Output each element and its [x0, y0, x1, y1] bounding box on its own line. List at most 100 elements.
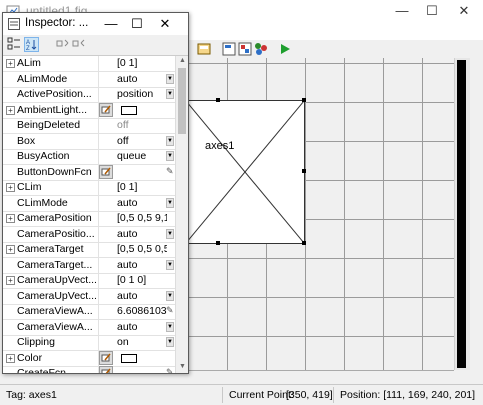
property-row[interactable]: CameraViewA... 6.6086103...✎ — [3, 304, 175, 320]
property-value[interactable]: auto — [117, 259, 167, 273]
selection-handle[interactable] — [302, 241, 306, 245]
property-value[interactable]: off — [117, 135, 167, 149]
categorized-view-icon[interactable] — [6, 37, 21, 52]
dropdown-arrow-icon[interactable]: ▼ — [166, 228, 174, 239]
property-value[interactable]: position — [117, 88, 167, 102]
property-row[interactable]: + ALim [0 1] — [3, 56, 175, 72]
dropdown-arrow-icon[interactable]: ▼ — [166, 259, 174, 270]
property-row[interactable]: Box off ▼ — [3, 134, 175, 150]
property-value[interactable]: on — [117, 336, 167, 350]
property-value[interactable]: auto — [117, 228, 167, 242]
layout-vertical-scrollbar[interactable] — [454, 58, 471, 370]
edit-callback-icon[interactable] — [99, 366, 113, 373]
selection-handle[interactable] — [216, 98, 220, 102]
expand-plus-icon[interactable]: + — [6, 59, 15, 68]
property-row[interactable]: + CLim [0 1] — [3, 180, 175, 196]
pencil-icon[interactable]: ✎ — [166, 305, 174, 316]
axes-cross-lines — [186, 101, 304, 243]
property-value[interactable]: [0 1 0] — [117, 274, 167, 288]
property-row[interactable]: + CameraTarget [0,5 0,5 0,5] — [3, 242, 175, 258]
edit-callback-icon[interactable] — [99, 164, 113, 179]
property-row[interactable]: CreateFcn ✎ — [3, 366, 175, 373]
property-row[interactable]: ALimMode auto ▼ — [3, 72, 175, 88]
property-row[interactable]: + AmbientLight... — [3, 102, 175, 119]
dropdown-arrow-icon[interactable]: ▼ — [166, 197, 174, 208]
property-value[interactable]: queue — [117, 150, 167, 164]
maximize-icon[interactable]: ☐ — [418, 2, 446, 20]
toolbar-mfile-icon[interactable] — [222, 42, 236, 56]
inspector-title-bar[interactable]: Inspector: ... — ☐ ✕ — [3, 13, 188, 35]
expand-plus-icon[interactable]: + — [6, 276, 15, 285]
dropdown-arrow-icon[interactable]: ▼ — [166, 321, 174, 332]
inspector-vertical-scrollbar[interactable]: ▲ ▼ — [175, 56, 188, 373]
property-value[interactable]: [0 1] — [117, 181, 167, 195]
property-row[interactable]: BeingDeleted off — [3, 118, 175, 134]
selection-handle[interactable] — [302, 169, 306, 173]
collapse-all-icon[interactable] — [71, 37, 86, 52]
color-swatch[interactable] — [121, 105, 137, 115]
property-value[interactable]: auto — [117, 197, 167, 211]
property-row[interactable]: CameraUpVect... auto ▼ — [3, 289, 175, 305]
axes-component[interactable]: axes1 — [186, 100, 305, 244]
selection-handle[interactable] — [216, 241, 220, 245]
property-value[interactable]: auto — [117, 321, 167, 335]
property-row[interactable]: CameraViewA... auto ▼ — [3, 320, 175, 336]
expand-plus-icon[interactable]: + — [6, 353, 15, 363]
dropdown-arrow-icon[interactable]: ▼ — [166, 73, 174, 84]
layout-editor-canvas[interactable]: axes1 — [186, 58, 454, 371]
property-value[interactable]: [0 1] — [117, 57, 167, 71]
inspector-window: Inspector: ... — ☐ ✕ AZ + ALim [0 1] ALimMo… — [2, 12, 189, 374]
status-separator — [222, 387, 223, 403]
edit-callback-icon[interactable] — [99, 102, 113, 117]
toolbar-object-browser-icon[interactable] — [254, 42, 268, 56]
dropdown-arrow-icon[interactable]: ▼ — [166, 89, 174, 99]
expand-plus-icon[interactable]: + — [6, 214, 15, 223]
property-value[interactable] — [117, 367, 167, 373]
property-value[interactable]: 6.6086103... — [117, 305, 167, 319]
maximize-icon[interactable]: ☐ — [125, 15, 149, 33]
dropdown-arrow-icon[interactable]: ▼ — [166, 151, 174, 161]
minimize-icon[interactable]: — — [99, 15, 123, 33]
property-row[interactable]: +CameraPosition [0,5 0,5 9,16] — [3, 211, 175, 227]
property-value[interactable] — [117, 166, 167, 180]
expand-plus-icon[interactable]: + — [6, 105, 15, 115]
color-swatch[interactable] — [121, 353, 137, 363]
toolbar-inspector-icon[interactable] — [238, 42, 252, 56]
pencil-icon[interactable]: ✎ — [166, 166, 174, 177]
selection-handle[interactable] — [302, 98, 306, 102]
dropdown-arrow-icon[interactable]: ▼ — [166, 135, 174, 146]
property-value[interactable]: auto — [117, 290, 167, 304]
toolbar-editor-icon[interactable] — [197, 42, 211, 56]
run-icon[interactable] — [278, 42, 292, 56]
minimize-icon[interactable]: — — [388, 2, 416, 20]
property-row[interactable]: + CameraUpVect... [0 1 0] — [3, 273, 175, 289]
property-row[interactable]: Clipping on ▼ — [3, 335, 175, 351]
layout-scroll-thumb[interactable] — [457, 60, 466, 368]
property-row[interactable]: CLimMode auto ▼ — [3, 196, 175, 212]
close-icon[interactable]: ✕ — [450, 2, 478, 20]
expand-all-icon[interactable] — [55, 37, 70, 52]
scroll-down-icon[interactable]: ▼ — [178, 363, 187, 372]
property-value[interactable]: [0,5 0,5 0,5] — [117, 243, 167, 257]
property-row[interactable]: CameraPositio... auto ▼ — [3, 227, 175, 243]
dropdown-arrow-icon[interactable]: ▼ — [166, 290, 174, 301]
dropdown-arrow-icon[interactable]: ▼ — [166, 337, 174, 347]
sort-alphabetical-icon[interactable]: AZ — [24, 37, 39, 52]
inspector-icon — [8, 18, 20, 30]
property-name: ButtonDownFcn — [17, 165, 92, 178]
property-row[interactable]: BusyAction queue ▼ — [3, 149, 175, 165]
property-name: CameraViewA... — [17, 320, 93, 333]
property-row[interactable]: ButtonDownFcn ✎ — [3, 164, 175, 181]
pencil-icon[interactable]: ✎ — [166, 367, 174, 373]
edit-callback-icon[interactable] — [99, 350, 113, 365]
inspector-scroll-thumb[interactable] — [178, 68, 186, 134]
expand-plus-icon[interactable]: + — [6, 245, 15, 254]
property-row[interactable]: ActivePosition... position ▼ — [3, 87, 175, 103]
close-icon[interactable]: ✕ — [153, 15, 177, 33]
property-row[interactable]: + Color — [3, 350, 175, 367]
expand-plus-icon[interactable]: + — [6, 183, 15, 192]
property-value[interactable]: [0,5 0,5 9,16] — [117, 212, 167, 226]
scroll-up-icon[interactable]: ▲ — [178, 57, 187, 66]
property-row[interactable]: CameraTarget... auto ▼ — [3, 258, 175, 274]
property-value[interactable]: auto — [117, 73, 167, 87]
